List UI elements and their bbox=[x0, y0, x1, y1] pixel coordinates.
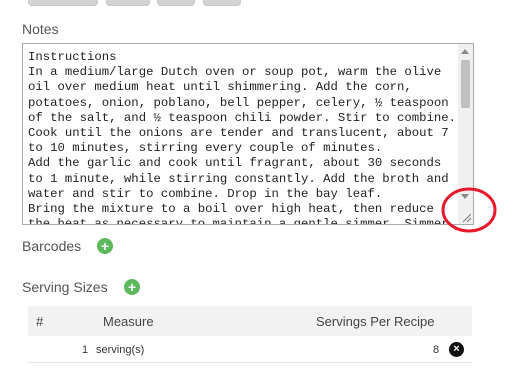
annotation-circle bbox=[441, 187, 497, 233]
row-measure: serving(s) bbox=[96, 344, 145, 356]
column-header-measure: Measure bbox=[103, 314, 154, 329]
scroll-thumb[interactable] bbox=[461, 60, 470, 108]
toolbar-button-4[interactable] bbox=[203, 0, 241, 6]
toolbar-button-1[interactable] bbox=[28, 0, 98, 6]
delete-row-times-icon[interactable]: × bbox=[449, 342, 464, 357]
table-row: 1 serving(s) 8 × bbox=[28, 336, 472, 363]
notes-textarea[interactable]: Instructions In a medium/large Dutch ove… bbox=[22, 43, 474, 225]
barcodes-label: Barcodes bbox=[22, 238, 82, 254]
notes-text[interactable]: Instructions In a medium/large Dutch ove… bbox=[28, 50, 460, 224]
serving-sizes-table: # Measure Servings Per Recipe 1 serving(… bbox=[28, 306, 472, 363]
column-header-servings: Servings Per Recipe bbox=[316, 314, 435, 329]
add-barcode-plus-icon[interactable]: + bbox=[97, 238, 113, 254]
toolbar-button-2[interactable] bbox=[106, 0, 150, 6]
scroll-up-arrow-icon[interactable] bbox=[461, 49, 469, 54]
row-number: 1 bbox=[82, 344, 89, 356]
table-header: # Measure Servings Per Recipe bbox=[28, 306, 472, 336]
serving-sizes-label: Serving Sizes bbox=[22, 279, 108, 295]
toolbar-button-3[interactable] bbox=[157, 0, 195, 6]
notes-label: Notes bbox=[22, 21, 59, 37]
column-header-number: # bbox=[36, 314, 44, 329]
add-serving-size-plus-icon[interactable]: + bbox=[124, 279, 140, 295]
row-servings: 8 bbox=[433, 344, 440, 356]
